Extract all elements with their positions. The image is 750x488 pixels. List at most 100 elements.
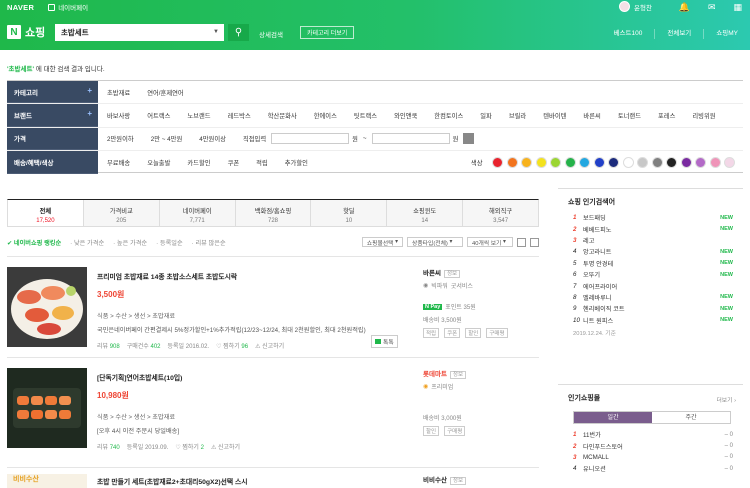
tab-weekly[interactable]: 주간 [652, 412, 730, 423]
color-swatch[interactable] [521, 156, 532, 168]
mall-select[interactable]: 쇼핑몰선택 ▾ [361, 237, 403, 247]
search-input[interactable] [56, 25, 206, 40]
delivery-option[interactable]: 카드할인 [187, 158, 210, 167]
popular-mall-item[interactable]: 1 11번가 – 0 [573, 429, 733, 440]
color-swatch[interactable] [680, 156, 692, 168]
color-swatch[interactable] [550, 156, 561, 168]
brand-option[interactable]: 와인앤쿡 [394, 111, 417, 120]
popular-mall-item[interactable]: 3 MCMALL – 0 [573, 452, 733, 463]
naver-logo[interactable]: NAVER [7, 3, 34, 12]
color-swatch[interactable] [593, 156, 605, 168]
popular-search-item[interactable]: 5 투명 안경테 NEW [573, 258, 733, 269]
color-swatch[interactable] [535, 156, 547, 168]
tab-3[interactable]: 네이버페이 7,771 [158, 200, 235, 226]
delivery-option[interactable]: 추가할인 [285, 158, 308, 167]
advanced-search-link[interactable]: 상세검색 [259, 29, 283, 39]
price-option[interactable]: 4만원이상 [199, 134, 226, 143]
brand-option[interactable]: 브릴라 [509, 111, 526, 120]
brand-option[interactable]: 한에이스 [314, 111, 337, 120]
brand-option[interactable]: 레드박스 [228, 111, 251, 120]
product-title[interactable]: [단독기획]연어초밥세트(10입) [97, 372, 182, 382]
color-swatch[interactable] [695, 156, 706, 168]
color-swatch[interactable] [637, 156, 648, 168]
brand-option[interactable]: 포레스 [658, 111, 675, 120]
nav-my[interactable]: 쇼핑MY [703, 29, 750, 39]
wish-button[interactable]: ♡ 찜하기 96 [216, 341, 248, 350]
product-category[interactable]: 식품 > 수산 > 생선 > 초밥재료 [97, 311, 175, 320]
brand-option[interactable]: 바른씨 [583, 111, 600, 120]
brand-option[interactable]: 일파 [480, 111, 492, 120]
price-apply-button[interactable] [463, 133, 475, 145]
grid-menu-icon[interactable]: ▦ [733, 2, 742, 13]
product-category[interactable]: 식품 > 수산 > 생선 > 초밥재료 [97, 412, 175, 421]
popular-mall-item[interactable]: 4 유니오션 – 0 [573, 463, 733, 474]
category-option[interactable]: 초밥재료 [107, 88, 130, 97]
sort-option[interactable]: · 등록일순 [156, 238, 183, 247]
popular-mall-item[interactable]: 2 다인푸드스토어 – 0 [573, 440, 733, 451]
price-option[interactable]: 2만 ~ 4만원 [151, 134, 183, 143]
popular-search-item[interactable]: 8 벨레바루니 NEW [573, 292, 733, 303]
color-swatch[interactable] [709, 156, 721, 168]
product-thumbnail[interactable]: 비비수산 [7, 474, 87, 488]
bell-icon[interactable]: 🔔 [679, 2, 690, 13]
brand-option[interactable]: 학산문화사 [268, 111, 297, 120]
popular-search-item[interactable]: 6 오뚜기 NEW [573, 269, 733, 280]
popular-search-item[interactable]: 10 니트 원피스 NEW [573, 315, 733, 326]
nav-best100[interactable]: 베스트100 [602, 29, 655, 39]
tab-2[interactable]: 가격비교 205 [82, 200, 159, 226]
popular-search-item[interactable]: 7 에어프라이어 [573, 280, 733, 291]
seller-info-tag[interactable]: 정보 [449, 477, 467, 485]
shopping-logo[interactable]: N 쇼핑 [7, 24, 45, 40]
color-swatch[interactable] [622, 156, 634, 168]
tab-daily[interactable]: 일간 [574, 412, 652, 423]
sort-option[interactable]: · 리뷰 많은순 [192, 238, 226, 247]
plus-icon[interactable]: + [87, 109, 92, 118]
product-thumbnail[interactable] [7, 267, 87, 347]
color-swatch[interactable] [666, 156, 677, 168]
tab-5[interactable]: 핫딜 10 [310, 200, 387, 226]
color-swatch[interactable] [506, 156, 518, 168]
count-select[interactable]: 40개씩 보기 ▾ [467, 237, 513, 247]
more-link[interactable]: 더보기 › [716, 395, 736, 404]
brand-option[interactable]: 텐바이텐 [543, 111, 566, 120]
tab-4[interactable]: 백화점/홈쇼핑 728 [234, 200, 311, 226]
nav-all[interactable]: 전체보기 [654, 29, 703, 39]
review-count[interactable]: 리뷰 908 [97, 341, 120, 350]
report-link[interactable]: ⚠ 신고하기 [255, 341, 284, 350]
popular-search-item[interactable]: 4 앙고라니트 NEW [573, 246, 733, 257]
price-min-input[interactable] [271, 133, 350, 145]
talk-button[interactable]: 톡톡 [371, 335, 398, 348]
delivery-option[interactable]: 쿠폰 [228, 158, 240, 167]
tab-6[interactable]: 쇼핑윈도 14 [386, 200, 463, 226]
popular-search-item[interactable]: 2 베베드피노 NEW [573, 223, 733, 234]
brand-option[interactable]: 토너랜드 [618, 111, 641, 120]
color-swatch[interactable] [651, 156, 663, 168]
color-swatch[interactable] [724, 156, 735, 168]
mail-icon[interactable]: ✉ [708, 2, 716, 13]
product-title[interactable]: 초밥 만들기 세트(초밥재료2+초대리50gX2)선택 스시 [97, 476, 248, 486]
color-swatch[interactable] [608, 156, 619, 168]
delivery-option[interactable]: 무료배송 [107, 158, 130, 167]
list-view-icon[interactable] [517, 237, 526, 247]
report-link[interactable]: ⚠ 신고하기 [211, 442, 240, 451]
popular-search-item[interactable]: 1 보드패딩 NEW [573, 212, 733, 223]
product-title[interactable]: 프리미엄 초밥재료 14종 초밥소스세트 초밥도시락 [97, 271, 237, 281]
tab-7[interactable]: 해외직구 3,547 [462, 200, 539, 226]
brand-option[interactable]: 바보사랑 [107, 111, 130, 120]
brand-option[interactable]: 노브랜드 [187, 111, 210, 120]
tab-1[interactable]: 전체 17,520 [8, 200, 83, 226]
delivery-option[interactable]: 오늘출발 [147, 158, 170, 167]
type-select[interactable]: 상품타입(전체) ▾ [407, 237, 463, 247]
popular-search-item[interactable]: 3 레고 [573, 235, 733, 246]
price-option[interactable]: 2만원이하 [107, 134, 134, 143]
wish-button[interactable]: ♡ 찜하기 2 [175, 442, 204, 451]
color-swatch[interactable] [579, 156, 590, 168]
grid-view-icon[interactable] [530, 237, 539, 247]
sort-option[interactable]: · 높은 가격순 [113, 238, 147, 247]
plus-icon[interactable]: + [87, 86, 92, 95]
category-option[interactable]: 연어/훈제연어 [147, 88, 184, 97]
chevron-down-icon[interactable]: ▼ [213, 29, 219, 35]
seller-name[interactable]: 롯데마트 [423, 371, 447, 378]
user-menu[interactable]: 윤형찬 [619, 1, 652, 12]
sort-option[interactable]: · 낮은 가격순 [70, 238, 104, 247]
